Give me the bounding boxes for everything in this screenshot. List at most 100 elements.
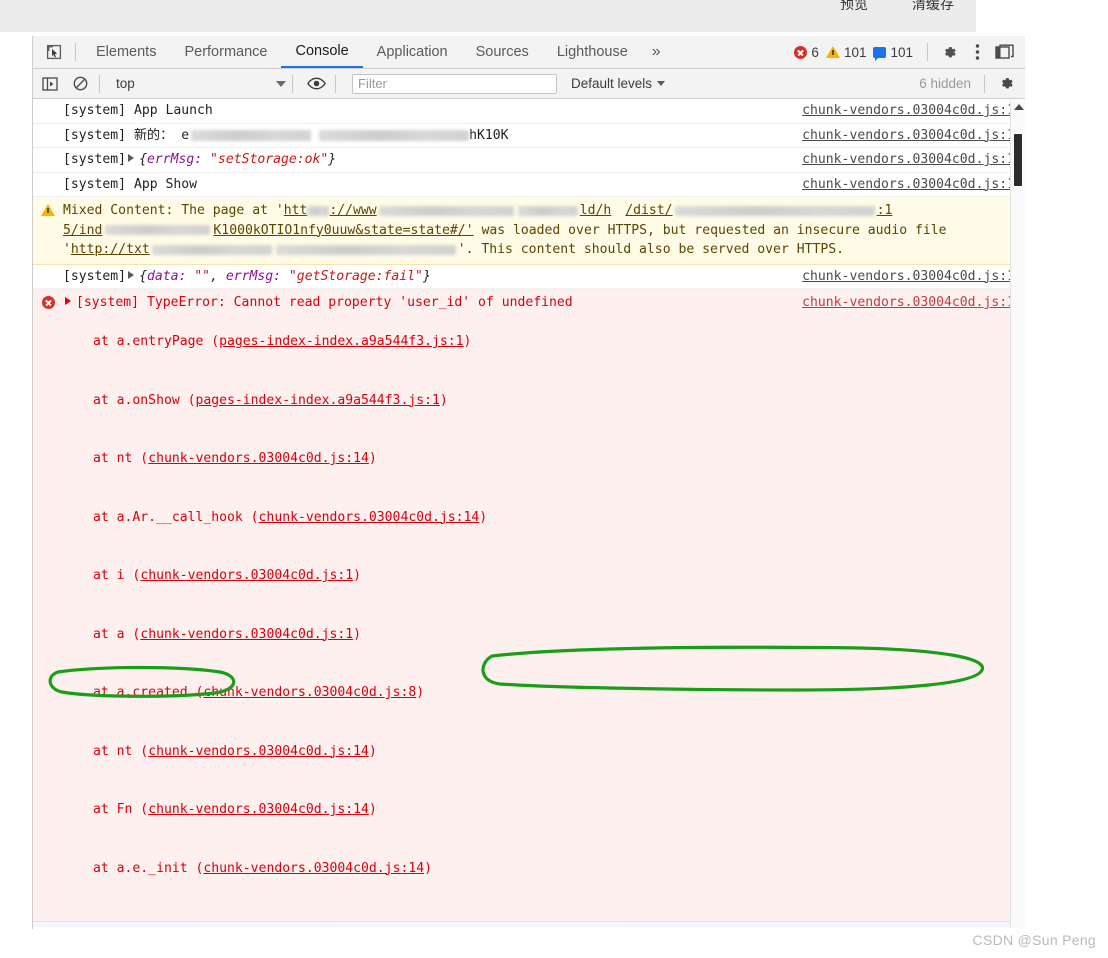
warning-count: 101 xyxy=(843,44,867,60)
stack-frame: at i (chunk-vendors.03004c0d.js:1) xyxy=(63,566,786,586)
source-suffix[interactable]: :1 xyxy=(877,203,893,218)
stack-file-link[interactable]: chunk-vendors.03004c0d.js:8 xyxy=(203,685,416,700)
tab-sources[interactable]: Sources xyxy=(462,36,543,68)
stack-close: ) xyxy=(416,685,425,700)
source-link-inline[interactable]: /dist/ xyxy=(625,203,672,218)
clear-console-icon[interactable] xyxy=(67,72,93,96)
console-message-error[interactable]: [system] TypeError: Cannot read property… xyxy=(33,289,1025,922)
warning-lead: Mixed Content: The page at ' xyxy=(63,203,284,218)
source-link[interactable]: chunk-vendors.03004c0d.js:1 xyxy=(794,101,1025,121)
execution-context-selector[interactable]: top xyxy=(116,76,286,91)
source-link[interactable]: chunk-vendors.03004c0d.js:1 xyxy=(794,126,1025,146)
dock-panel-icon[interactable] xyxy=(991,39,1019,65)
source-link[interactable]: chunk-vendors.03004c0d.js:1 xyxy=(794,267,1025,287)
stack-close: ) xyxy=(353,626,362,642)
devtools-tabbar: Elements Performance Console Application… xyxy=(33,36,1025,69)
console-settings-gear-icon[interactable] xyxy=(992,71,1020,97)
tab-console[interactable]: Console xyxy=(281,36,363,68)
stack-file-link[interactable]: chunk-vendors.03004c0d.js:14 xyxy=(259,510,480,525)
console-message-log[interactable]: [system] App Launch chunk-vendors.03004c… xyxy=(33,99,1025,124)
stack-frame: at a.onShow (pages-index-index.a9a544f3.… xyxy=(63,391,786,411)
mixed-content-url-line2-tail[interactable]: &state=state#/' xyxy=(355,223,473,238)
stack-file-link[interactable]: pages-index-index.a9a544f3.js:1 xyxy=(219,334,463,349)
insecure-audio-url[interactable]: http://txt xyxy=(71,242,150,257)
warning-counter[interactable]: 101 xyxy=(825,44,867,60)
console-message-log[interactable]: [system] {errMsg: "setStorage:ok"} chunk-… xyxy=(33,148,1025,173)
source-link[interactable]: chunk-vendors.03004c0d.js:1 xyxy=(794,293,1025,313)
stack-close: ) xyxy=(439,392,448,408)
expand-triangle-icon[interactable] xyxy=(128,154,135,162)
stack-fn: at a ( xyxy=(93,626,141,642)
info-count: 101 xyxy=(890,44,913,60)
expand-triangle-icon[interactable] xyxy=(65,297,71,305)
page-tab-clear-cache[interactable]: 清缓存 xyxy=(912,0,954,20)
console-message-log[interactable]: [system] 新的： e hK10K chunk-vendors.03004c0… xyxy=(33,123,1025,148)
mixed-content-url-mid[interactable]: ld/h xyxy=(580,203,612,218)
scroll-up-arrow-icon[interactable] xyxy=(1014,104,1024,110)
devtools-tabbar-right: 6 101 101 xyxy=(794,39,1025,65)
hidden-messages-count[interactable]: 6 hidden xyxy=(919,76,971,91)
scrollbar-thumb[interactable] xyxy=(1014,134,1022,186)
stack-file-link[interactable]: chunk-vendors.03004c0d.js:1 xyxy=(140,568,353,583)
mixed-content-url[interactable]: htt xyxy=(284,203,308,218)
stack-file-link[interactable]: chunk-vendors.03004c0d.js:14 xyxy=(148,451,369,466)
source-link[interactable]: chunk-vendors.03004c0d.js:1 xyxy=(794,925,1025,927)
stack-fn: at i ( xyxy=(93,568,141,583)
chevron-down-icon xyxy=(657,81,666,86)
source-link[interactable]: chunk-vendors.03004c0d.js:1 xyxy=(794,175,1025,195)
message-text: 新的： xyxy=(126,127,174,143)
stack-file-link[interactable]: chunk-vendors.03004c0d.js:1 xyxy=(140,627,353,642)
redacted-url xyxy=(307,205,330,216)
chevron-double-right-icon[interactable]: » xyxy=(642,36,671,68)
tab-performance[interactable]: Performance xyxy=(170,36,281,68)
expand-triangle-icon[interactable] xyxy=(128,270,135,279)
stack-frame: at a.Ar.__call_hook (chunk-vendors.03004… xyxy=(63,508,786,528)
watermark: CSDN @Sun Peng xyxy=(972,932,1096,948)
object-key: data: xyxy=(146,268,187,284)
inspect-element-icon[interactable] xyxy=(39,39,69,65)
message-gutter xyxy=(33,150,63,170)
console-message-log[interactable]: [system] App Show chunk-vendors.03004c0d… xyxy=(33,172,1025,197)
error-icon xyxy=(41,296,55,309)
stack-file-link[interactable]: chunk-vendors.03004c0d.js:14 xyxy=(148,744,369,759)
mixed-content-url-line2[interactable]: 5/ind xyxy=(63,223,102,238)
console-scrollbar[interactable] xyxy=(1010,100,1025,928)
redacted-url xyxy=(319,129,470,141)
stack-close: ) xyxy=(463,334,472,349)
tab-lighthouse[interactable]: Lighthouse xyxy=(543,36,642,68)
filterbar-divider-3 xyxy=(335,74,336,93)
console-message-url[interactable]: [system] url:htkOTIate=state#/ chunk-ven… xyxy=(33,922,1025,927)
page-top-bar xyxy=(0,0,976,32)
live-expression-icon[interactable] xyxy=(303,72,329,96)
log-levels-selector[interactable]: Default levels xyxy=(571,76,666,91)
source-link[interactable]: chunk-vendors.03004c0d.js:1 xyxy=(794,150,1025,170)
error-counter[interactable]: 6 xyxy=(794,45,819,60)
console-message-log[interactable]: [system] {data: "", errMsg: "getStorage:f… xyxy=(33,264,1025,289)
info-counter[interactable]: 101 xyxy=(873,44,913,61)
gear-icon[interactable] xyxy=(935,39,963,65)
show-console-sidebar-icon[interactable] xyxy=(37,72,63,96)
message-body: [system] {data: "", errMsg: "getStorage:f… xyxy=(63,267,794,287)
filterbar-divider-1 xyxy=(99,74,100,93)
page-tab-preview[interactable]: 预览 xyxy=(840,0,868,20)
tab-elements[interactable]: Elements xyxy=(82,36,170,68)
message-gutter xyxy=(33,293,63,917)
stack-close: ) xyxy=(368,451,377,466)
object-key: errMsg: xyxy=(146,152,203,167)
stack-file-link[interactable]: pages-index-index.a9a544f3.js:1 xyxy=(195,393,439,408)
stack-file-link[interactable]: chunk-vendors.03004c0d.js:14 xyxy=(203,861,424,876)
stack-frame: at a.e._init (chunk-vendors.03004c0d.js:… xyxy=(63,859,786,879)
stack-close: ) xyxy=(424,860,432,876)
stack-fn: at a.created ( xyxy=(93,685,204,700)
tab-application[interactable]: Application xyxy=(363,36,462,68)
system-tag: [system] xyxy=(76,295,140,310)
filter-input[interactable] xyxy=(352,73,557,94)
mixed-content-url-line2-mid[interactable]: K1000kOTIO1nfy0uuw xyxy=(213,223,355,238)
console-message-warning[interactable]: Mixed Content: The page at 'htt://www ld/… xyxy=(33,197,1025,265)
kebab-menu-icon[interactable] xyxy=(963,39,991,65)
system-tag: [system] xyxy=(63,152,127,167)
stack-fn: at nt ( xyxy=(93,743,149,759)
console-message-list[interactable]: [system] App Launch chunk-vendors.03004c… xyxy=(33,99,1025,927)
stack-file-link[interactable]: chunk-vendors.03004c0d.js:14 xyxy=(148,802,369,817)
stack-frame: at a.created (chunk-vendors.03004c0d.js:… xyxy=(63,683,786,703)
